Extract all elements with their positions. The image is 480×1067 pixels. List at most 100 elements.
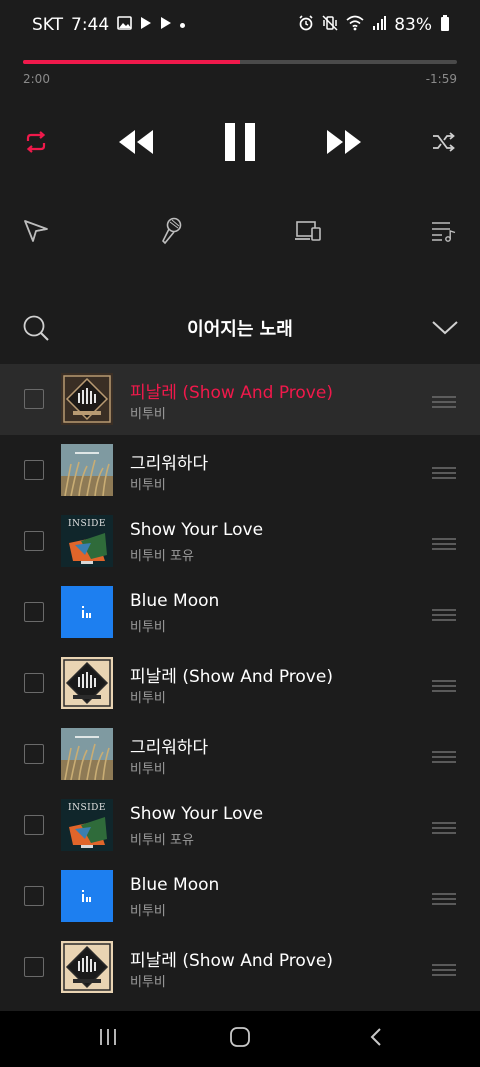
album-art-label: INSIDE xyxy=(68,519,106,529)
track-artist: 비투비 xyxy=(130,478,166,493)
queue-row[interactable]: 그리워하다 비투비 xyxy=(0,719,480,790)
drag-handle-icon[interactable] xyxy=(432,819,456,838)
queue-row[interactable]: INSIDE Show Your Love 비투비 포유 xyxy=(0,506,480,577)
shuffle-button[interactable] xyxy=(424,118,464,170)
drag-handle-icon[interactable] xyxy=(432,606,456,625)
drag-handle-icon[interactable] xyxy=(432,677,456,696)
album-art xyxy=(61,586,113,638)
elapsed-time: 2:00 xyxy=(23,72,50,86)
carrier-label: SKT xyxy=(32,15,64,35)
queue-row[interactable]: 그리워하다비투비 xyxy=(0,435,480,506)
play-notification-icon xyxy=(140,15,152,35)
playlist-button[interactable] xyxy=(426,213,462,253)
play-notification-icon xyxy=(160,15,172,35)
recent-apps-icon xyxy=(98,1028,118,1050)
queue-header: 이어지는 노래 xyxy=(0,300,480,356)
home-icon xyxy=(229,1026,251,1052)
share-button[interactable] xyxy=(18,213,54,253)
signal-icon xyxy=(372,15,387,36)
album-art: INSIDE xyxy=(61,799,113,851)
queue-list: 피날레 (Show And Prove) 비투비 그리워하다 비투비 INSIDE Sho… xyxy=(0,364,480,1003)
seek-bar[interactable] xyxy=(23,60,457,64)
devices-button[interactable] xyxy=(290,213,326,253)
track-artist: 비투비 xyxy=(130,691,166,706)
back-button[interactable] xyxy=(362,1025,390,1053)
album-art xyxy=(61,373,113,425)
repeat-icon xyxy=(24,131,48,157)
track-title: 그리워하다 xyxy=(130,454,209,474)
track-title: 그리워하다 xyxy=(130,738,209,758)
queue-title: 이어지는 노래 xyxy=(187,319,293,340)
fast-forward-icon xyxy=(326,129,362,159)
drag-handle-icon[interactable] xyxy=(432,890,456,909)
track-artist: 비투비 포유 xyxy=(130,549,194,564)
track-title: 피날레 (Show And Prove) xyxy=(130,667,333,687)
search-icon xyxy=(22,315,50,346)
track-title: 피날레 (Show And Prove) xyxy=(130,383,333,403)
row-checkbox[interactable] xyxy=(24,389,44,409)
remaining-time: -1:59 xyxy=(425,72,457,86)
queue-row[interactable]: 피날레 (Show And Prove) 비투비 xyxy=(0,364,480,435)
seek-bar-fill xyxy=(23,60,240,64)
shuffle-icon xyxy=(432,132,456,156)
album-art xyxy=(61,657,113,709)
fast-forward-button[interactable] xyxy=(320,118,368,170)
status-left: SKT 7:44 xyxy=(32,15,186,35)
drag-handle-icon[interactable] xyxy=(432,393,456,412)
drag-handle-icon[interactable] xyxy=(432,748,456,767)
drag-handle-icon[interactable] xyxy=(432,535,456,554)
lyrics-mic-icon xyxy=(160,217,184,249)
album-art: INSIDE xyxy=(61,515,113,567)
row-checkbox[interactable] xyxy=(24,744,44,764)
chevron-down-icon xyxy=(432,321,458,340)
wifi-icon xyxy=(346,15,364,36)
alarm-icon xyxy=(298,14,314,36)
home-button[interactable] xyxy=(226,1025,254,1053)
album-art xyxy=(61,728,113,781)
clock: 7:44 xyxy=(71,15,110,35)
status-right: 83% xyxy=(298,14,450,36)
utility-row xyxy=(0,213,480,253)
row-checkbox[interactable] xyxy=(24,602,44,622)
album-art xyxy=(61,444,113,497)
row-checkbox[interactable] xyxy=(24,460,44,480)
queue-row[interactable]: 피날레 (Show And Prove) 비투비 xyxy=(0,648,480,719)
album-art xyxy=(61,941,113,993)
queue-row[interactable]: Blue Moon 비투비 xyxy=(0,577,480,648)
playback-controls xyxy=(0,118,480,170)
track-title: Blue Moon xyxy=(130,875,220,895)
rewind-button[interactable] xyxy=(112,118,160,170)
pause-button[interactable] xyxy=(215,118,265,170)
battery-label: 83% xyxy=(394,15,432,35)
collapse-queue-button[interactable] xyxy=(432,320,458,340)
row-checkbox[interactable] xyxy=(24,673,44,693)
drag-handle-icon[interactable] xyxy=(432,464,456,483)
dot-icon xyxy=(180,22,186,28)
share-icon xyxy=(23,219,49,247)
queue-search-button[interactable] xyxy=(22,314,50,346)
system-nav-bar xyxy=(0,1011,480,1067)
row-checkbox[interactable] xyxy=(24,886,44,906)
track-artist: 비투비 xyxy=(130,620,166,635)
battery-icon xyxy=(440,14,450,36)
row-checkbox[interactable] xyxy=(24,815,44,835)
row-checkbox[interactable] xyxy=(24,957,44,977)
track-title: Show Your Love xyxy=(130,520,264,540)
pause-icon xyxy=(224,122,256,166)
track-title: Blue Moon xyxy=(130,591,220,611)
queue-row[interactable]: 피날레 (Show And Prove) 비투비 xyxy=(0,932,480,1003)
status-bar: SKT 7:44 83% xyxy=(0,0,480,50)
recent-apps-button[interactable] xyxy=(94,1025,122,1053)
back-icon xyxy=(369,1027,383,1051)
album-art-label: INSIDE xyxy=(68,803,106,813)
track-artist: 비투비 xyxy=(130,904,166,919)
drag-handle-icon[interactable] xyxy=(432,961,456,980)
repeat-button[interactable] xyxy=(16,118,56,170)
rewind-icon xyxy=(118,129,154,159)
vibrate-icon xyxy=(322,14,338,36)
track-title: Show Your Love xyxy=(130,804,264,824)
row-checkbox[interactable] xyxy=(24,531,44,551)
lyrics-mic-button[interactable] xyxy=(154,213,190,253)
queue-row[interactable]: INSIDE Show Your Love 비투비 포유 xyxy=(0,790,480,861)
queue-row[interactable]: Blue Moon 비투비 xyxy=(0,861,480,932)
